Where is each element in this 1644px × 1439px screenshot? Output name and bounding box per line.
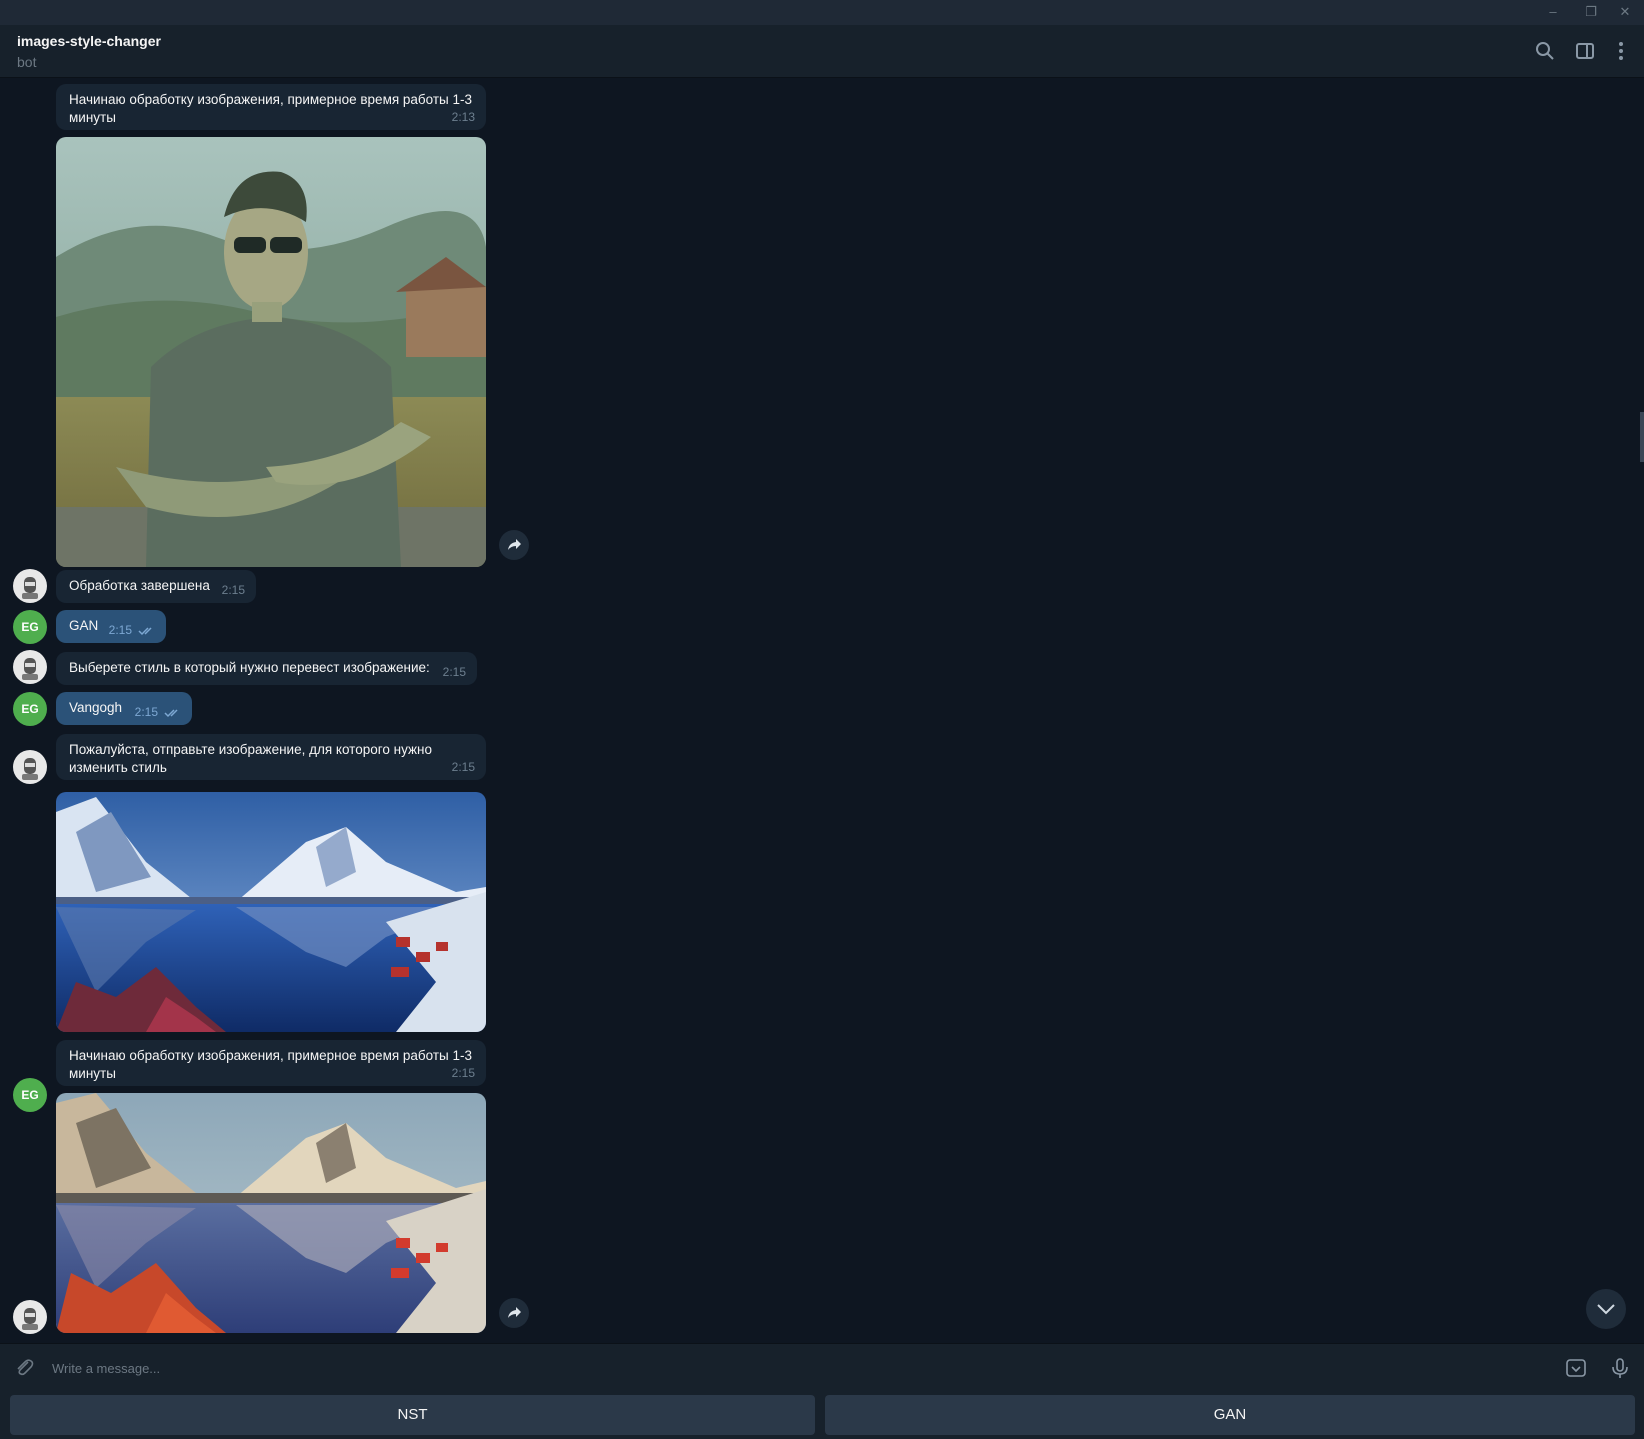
more-vertical-icon[interactable] <box>1610 40 1632 62</box>
chat-title: images-style-changer <box>17 33 161 49</box>
restore-button[interactable]: ❐ <box>1580 3 1602 21</box>
minimize-button[interactable]: – <box>1542 3 1564 21</box>
attach-icon[interactable] <box>12 1356 36 1380</box>
user-avatar[interactable]: EG <box>13 1078 47 1112</box>
message-time: 2:15 <box>442 665 466 679</box>
forward-button[interactable] <box>499 1298 529 1328</box>
result-photo-fjord[interactable] <box>56 1093 486 1333</box>
message-text: Vangogh <box>69 700 123 715</box>
keyboard-button-nst[interactable]: NST <box>10 1395 815 1435</box>
chat-header[interactable]: images-style-changer bot <box>0 25 1644 78</box>
message-input[interactable] <box>52 1356 1532 1380</box>
message-text: Начинаю обработку изображения, примерное… <box>69 92 473 125</box>
keyboard-button-gan[interactable]: GAN <box>825 1395 1635 1435</box>
microphone-icon[interactable] <box>1608 1356 1632 1380</box>
message-bubble[interactable]: Выберете стиль в который нужно перевест … <box>56 652 477 685</box>
share-arrow-icon <box>508 539 521 550</box>
robot-icon <box>22 577 38 599</box>
result-photo-portrait[interactable] <box>56 137 486 567</box>
message-text: Обработка завершена <box>69 578 210 593</box>
message-time: 2:15 <box>221 583 245 597</box>
message-bubble[interactable]: Начинаю обработку изображения, примерное… <box>56 84 486 130</box>
message-text: Выберете стиль в который нужно перевест … <box>69 660 430 675</box>
bot-keyboard-icon[interactable] <box>1564 1356 1588 1380</box>
chat-subtitle: bot <box>17 54 37 70</box>
message-bubble[interactable]: Начинаю обработку изображения, примерное… <box>56 1040 486 1086</box>
robot-icon <box>22 658 38 680</box>
sidebar-toggle-icon[interactable] <box>1574 40 1596 62</box>
share-arrow-icon <box>508 1307 521 1318</box>
chevron-down-icon <box>1597 1304 1615 1315</box>
user-avatar[interactable]: EG <box>13 610 47 644</box>
message-bubble-outgoing[interactable]: GAN 2:15 <box>56 610 166 643</box>
user-avatar[interactable]: EG <box>13 692 47 726</box>
message-bubble-outgoing[interactable]: Vangogh 2:15 <box>56 692 192 725</box>
scroll-down-button[interactable] <box>1586 1289 1626 1329</box>
message-time: 2:15 <box>108 623 132 637</box>
bot-avatar[interactable] <box>13 750 47 784</box>
robot-icon <box>22 758 38 780</box>
message-text: Начинаю обработку изображения, примерное… <box>69 1048 473 1081</box>
message-list[interactable]: Начинаю обработку изображения, примерное… <box>0 78 1644 1343</box>
message-time: 2:15 <box>451 1066 475 1080</box>
bot-keyboard: NST GAN <box>0 1391 1644 1439</box>
message-time: 2:15 <box>134 705 158 719</box>
bot-avatar[interactable] <box>13 569 47 603</box>
close-button[interactable]: ✕ <box>1614 3 1636 21</box>
user-photo-fjord[interactable] <box>56 792 486 1032</box>
scrollbar-thumb[interactable] <box>1640 412 1644 462</box>
read-checkmark-icon <box>138 627 152 636</box>
message-time: 2:13 <box>451 110 475 124</box>
forward-button[interactable] <box>499 530 529 560</box>
message-bubble[interactable]: Пожалуйста, отправьте изображение, для к… <box>56 734 486 780</box>
message-composer <box>0 1343 1644 1391</box>
message-bubble[interactable]: Обработка завершена 2:15 <box>56 570 256 603</box>
bot-avatar[interactable] <box>13 1300 47 1334</box>
read-checkmark-icon <box>164 709 178 718</box>
message-text: Пожалуйста, отправьте изображение, для к… <box>69 742 432 775</box>
search-icon[interactable] <box>1534 40 1556 62</box>
message-time: 2:15 <box>451 760 475 774</box>
bot-avatar[interactable] <box>13 650 47 684</box>
robot-icon <box>22 1308 38 1330</box>
window-titlebar: – ❐ ✕ <box>0 0 1644 25</box>
